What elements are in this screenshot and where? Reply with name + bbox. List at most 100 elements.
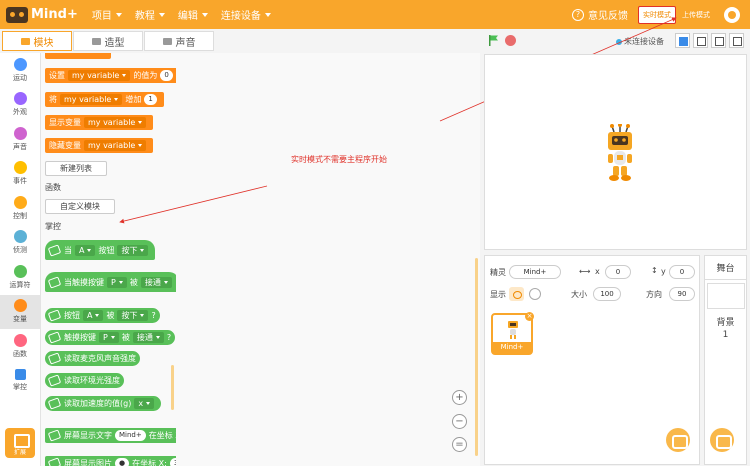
block-read-light[interactable]: 读取环境光强度	[45, 373, 124, 388]
fullscreen-icon[interactable]	[729, 33, 744, 48]
connection-status[interactable]: 未连接设备	[616, 36, 664, 47]
add-sprite-icon[interactable]	[666, 428, 690, 452]
menu-connect[interactable]: 连接设备	[221, 7, 271, 22]
show-eye-icon[interactable]	[509, 287, 524, 301]
dropdown-text: x	[138, 399, 144, 408]
new-list-button[interactable]: 新建列表	[45, 161, 107, 176]
category-dot-icon	[13, 264, 27, 278]
normal-stage-icon[interactable]	[693, 33, 708, 48]
category-label: 变量	[13, 315, 27, 324]
category-operators[interactable]: 运算符	[0, 260, 40, 295]
category-variables[interactable]: 变量	[0, 294, 40, 329]
delete-sprite-icon[interactable]: ×	[525, 312, 534, 321]
key-dropdown[interactable]: P	[107, 276, 127, 288]
block-palette: 设置 my variable 的值为 0 将 my variable 增加 1 …	[41, 53, 176, 466]
category-functions[interactable]: 函数	[0, 329, 40, 364]
main-menu: 项目 教程 编辑 连接设备	[92, 7, 284, 22]
sprite-name-input[interactable]: Mind+	[509, 265, 561, 279]
block-button-pressed[interactable]: 按钮 A 被 按下 ?	[45, 308, 160, 323]
block-read-mic[interactable]: 读取麦克风声音强度	[45, 351, 140, 366]
extension-button[interactable]: 扩展	[5, 428, 35, 458]
category-sound[interactable]: 声音	[0, 122, 40, 157]
block-partial[interactable]	[45, 53, 111, 59]
block-set-variable[interactable]: 设置 my variable 的值为 0	[45, 68, 176, 83]
block-read-accel[interactable]: 读取加速度的值(g) x	[45, 396, 162, 411]
text-input[interactable]: Mind+	[115, 430, 146, 441]
chevron-down-icon	[87, 248, 92, 252]
variable-dropdown[interactable]: my variable	[84, 117, 147, 128]
category-label: 事件	[13, 177, 27, 186]
tab-blocks[interactable]: 模块	[2, 31, 72, 51]
feedback-button[interactable]: ? 意见反馈	[572, 7, 628, 22]
image-picker-icon[interactable]: ●	[115, 458, 130, 466]
live-mode-button[interactable]: 实时模式	[638, 5, 676, 24]
axis-dropdown[interactable]: x	[134, 398, 155, 409]
category-looks[interactable]: 外观	[0, 88, 40, 123]
category-sensing[interactable]: 侦测	[0, 226, 40, 261]
block-screen-text[interactable]: 屏幕显示文字 Mind+ 在坐标 X: 42 Y: 22 预览	[45, 428, 176, 443]
chevron-down-icon	[95, 314, 100, 317]
tab-sounds[interactable]: 声音	[144, 31, 214, 51]
palette-scrollbar[interactable]	[171, 365, 174, 410]
block-when-button[interactable]: 当 A 按钮 按下	[45, 240, 156, 260]
mind-plus-robot-sprite[interactable]	[604, 124, 636, 182]
menu-edit-label: 编辑	[177, 11, 198, 22]
app-logo[interactable]: Mind+	[6, 6, 78, 23]
category-events[interactable]: 事件	[0, 157, 40, 192]
board-icon	[47, 352, 62, 365]
chevron-down-icon	[138, 121, 143, 124]
tab-costumes[interactable]: 造型	[73, 31, 143, 51]
category-motion[interactable]: 运动	[0, 53, 40, 88]
value-input[interactable]: 1	[144, 94, 157, 105]
block-show-variable[interactable]: 显示变量 my variable	[45, 115, 154, 130]
chevron-down-icon	[118, 280, 123, 284]
workspace-scrollbar[interactable]	[475, 258, 478, 456]
zoom-in-icon[interactable]: +	[452, 390, 467, 405]
x-input[interactable]: 0	[605, 265, 631, 279]
block-touch-pressed[interactable]: 触摸按键 P 被 接通 ?	[45, 330, 176, 345]
y-input[interactable]: 0	[669, 265, 695, 279]
script-workspace[interactable]: + − =	[176, 53, 480, 466]
menu-project[interactable]: 项目	[92, 7, 122, 22]
menu-edit[interactable]: 编辑	[178, 7, 208, 22]
state-dropdown[interactable]: 按下	[117, 244, 149, 256]
button-dropdown[interactable]: A	[75, 244, 96, 256]
logo-icon	[6, 6, 28, 23]
large-stage-icon[interactable]	[711, 33, 726, 48]
category-mpython[interactable]: 掌控	[0, 364, 40, 399]
key-dropdown[interactable]: P	[99, 332, 119, 343]
state-dropdown[interactable]: 接通	[140, 276, 172, 288]
mode-switch: 实时模式 上传模式	[638, 5, 714, 24]
size-input[interactable]: 100	[593, 287, 621, 301]
backdrop-thumbnail[interactable]	[707, 283, 745, 309]
menu-tutorial[interactable]: 教程	[135, 7, 165, 22]
category-control[interactable]: 控制	[0, 191, 40, 226]
button-dropdown[interactable]: A	[83, 310, 104, 321]
block-when-touch[interactable]: 当触摸按键 P 被 接通	[45, 272, 176, 292]
backdrop-count: 1	[722, 330, 729, 340]
sprite-thumbnail[interactable]: × Mind+	[491, 312, 534, 355]
green-flag-icon[interactable]	[488, 35, 499, 46]
hide-eye-icon[interactable]	[529, 288, 541, 300]
value-input[interactable]: 0	[160, 70, 173, 81]
block-text: 在坐标 X:	[132, 459, 167, 466]
state-dropdown[interactable]: 按下	[117, 310, 149, 321]
add-backdrop-icon[interactable]	[710, 428, 734, 452]
settings-gear-icon[interactable]	[724, 6, 740, 23]
variable-dropdown[interactable]: my variable	[68, 70, 131, 81]
direction-input[interactable]: 90	[669, 287, 695, 301]
small-stage-icon[interactable]	[675, 33, 690, 48]
zoom-out-icon[interactable]: −	[452, 414, 467, 429]
state-dropdown[interactable]: 接通	[132, 332, 164, 343]
variable-dropdown[interactable]: my variable	[60, 94, 123, 105]
custom-block-button[interactable]: 自定义模块	[45, 199, 115, 214]
upload-mode-button[interactable]: 上传模式	[678, 7, 714, 23]
variable-dropdown[interactable]: my variable	[84, 140, 147, 151]
block-screen-image[interactable]: 屏幕显示图片 ● 在坐标 X: 39 Y: 7	[45, 456, 176, 466]
category-menu: 运动 外观 声音 事件 控制 侦测 运算符 变量 函数 掌控 扩展	[0, 53, 41, 466]
chevron-down-icon	[155, 336, 160, 339]
block-hide-variable[interactable]: 隐藏变量 my variable	[45, 138, 154, 153]
block-change-variable[interactable]: 将 my variable 增加 1	[45, 92, 164, 107]
zoom-reset-button[interactable]: =	[452, 437, 467, 452]
stop-button[interactable]	[505, 35, 516, 46]
